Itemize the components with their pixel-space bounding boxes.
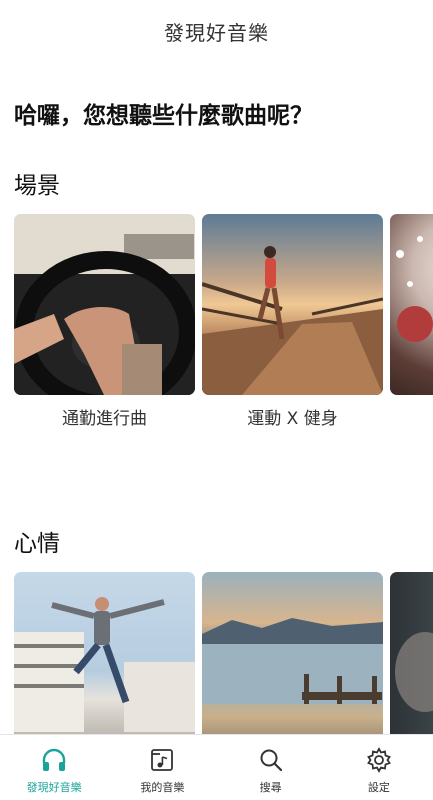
scene-card-party[interactable]	[390, 214, 433, 404]
tab-label: 設定	[367, 781, 390, 794]
party-image	[390, 214, 433, 395]
section-title-scene: 場景	[14, 173, 60, 199]
bottom-tab-bar: 發現好音樂 我的音樂 搜尋 設定	[0, 734, 433, 800]
app-header: 發現好音樂	[0, 0, 433, 62]
portrait-image	[390, 572, 433, 736]
tab-search[interactable]: 搜尋	[217, 735, 325, 800]
scene-carousel[interactable]: 通勤進行曲 運動 X 健身	[14, 214, 433, 434]
page-title: 發現好音樂	[164, 20, 269, 45]
greeting-text: 哈囉，您想聽些什麼歌曲呢？	[14, 103, 313, 129]
gear-icon	[365, 746, 393, 774]
mood-carousel[interactable]	[14, 572, 433, 736]
tab-label: 我的音樂	[140, 781, 185, 794]
search-icon	[257, 746, 285, 774]
scene-card-label: 通勤進行曲	[62, 409, 147, 429]
jumping-man-image	[14, 572, 195, 736]
mood-card-happy[interactable]	[14, 572, 195, 736]
tab-discover[interactable]: 發現好音樂	[0, 735, 108, 800]
tab-label: 搜尋	[259, 781, 282, 794]
mood-card-calm[interactable]	[202, 572, 383, 736]
scene-card-label: 運動 X 健身	[247, 409, 338, 429]
music-folder-icon	[148, 746, 176, 774]
mood-card-moody[interactable]	[390, 572, 433, 736]
tab-my-music[interactable]: 我的音樂	[108, 735, 216, 800]
tab-settings[interactable]: 設定	[325, 735, 433, 800]
workout-image	[202, 214, 383, 395]
scene-card-workout[interactable]: 運動 X 健身	[202, 214, 383, 429]
headphones-icon	[40, 746, 68, 774]
section-title-mood: 心情	[14, 531, 60, 557]
tab-label: 發現好音樂	[26, 781, 82, 794]
lake-image	[202, 572, 383, 736]
scene-card-commute[interactable]: 通勤進行曲	[14, 214, 195, 429]
commute-image	[14, 214, 195, 395]
